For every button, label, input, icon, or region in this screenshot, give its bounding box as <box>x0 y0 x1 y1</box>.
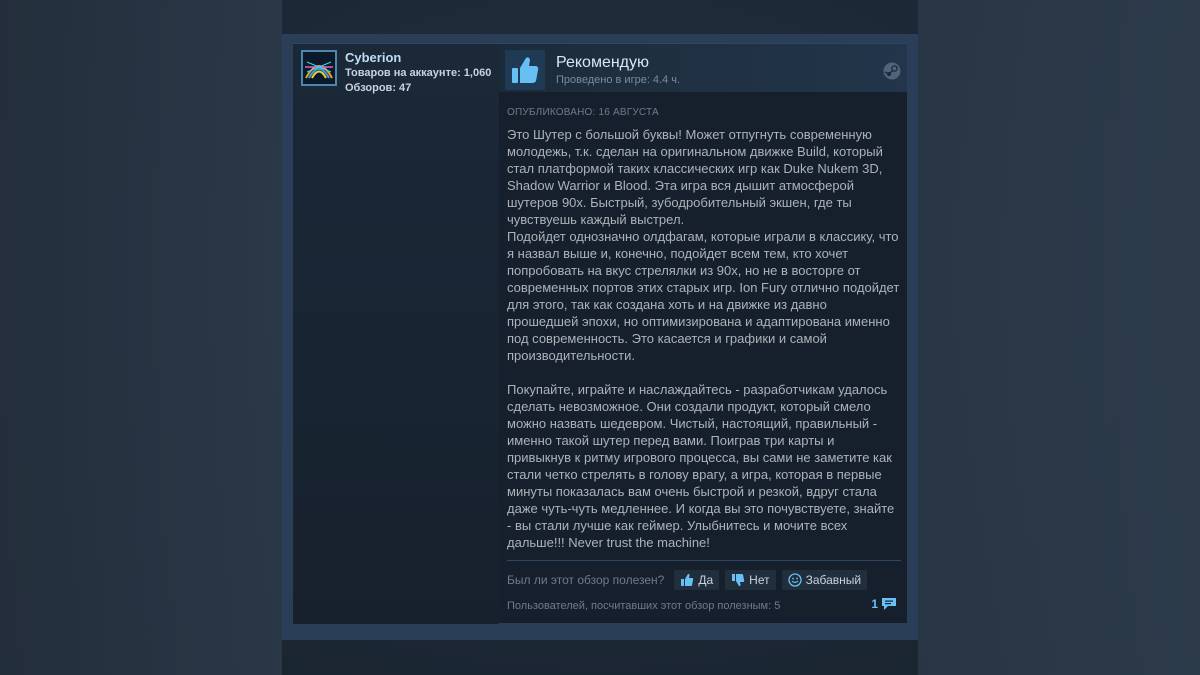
comment-bubble-icon <box>882 598 896 610</box>
thumbs-up-icon <box>681 573 694 586</box>
review-paragraph: Покупайте, играйте и наслаждайтесь - раз… <box>507 382 895 550</box>
vote-header[interactable]: Рекомендую Проведено в игре: 4.4 ч. <box>499 44 907 92</box>
avatar-image <box>303 52 335 84</box>
review-body: Это Шутер с большой буквы! Может отпугну… <box>507 126 901 551</box>
avatar[interactable] <box>301 50 337 86</box>
comments-count: 1 <box>871 597 878 611</box>
posted-date: Опубликовано: 16 августа <box>507 107 659 118</box>
hours-played: Проведено в игре: 4.4 ч. <box>556 74 681 86</box>
review-card: Cyberion Товаров на аккаунте: 1,060 Обзо… <box>293 43 907 624</box>
vote-funny-button[interactable]: Забавный <box>781 570 868 590</box>
helpful-controls: Был ли этот обзор полезен? Да Нет Забавн… <box>507 570 873 590</box>
author-reviews-count[interactable]: 47 <box>399 82 411 94</box>
author-block: Cyberion Товаров на аккаунте: 1,060 Обзо… <box>301 50 491 96</box>
steam-icon <box>883 62 901 80</box>
background-left <box>0 0 282 675</box>
review-content: Рекомендую Проведено в игре: 4.4 ч. Опуб… <box>499 44 907 624</box>
helpful-count: Пользователей, посчитавших этот обзор по… <box>507 600 781 612</box>
author-reviews-label: Обзоров: <box>345 82 396 94</box>
author-reviews: Обзоров: 47 <box>345 81 491 96</box>
vote-no-button[interactable]: Нет <box>725 570 776 590</box>
divider <box>507 560 901 561</box>
review-paragraph: Это Шутер с большой буквы! Может отпугну… <box>507 127 883 227</box>
smiley-icon <box>787 573 802 587</box>
helpful-question: Был ли этот обзор полезен? <box>507 573 665 587</box>
author-products: Товаров на аккаунте: 1,060 <box>345 66 491 81</box>
author-info: Cyberion Товаров на аккаунте: 1,060 Обзо… <box>345 50 491 96</box>
vote-yes-button[interactable]: Да <box>674 570 720 590</box>
thumbs-up-icon <box>505 50 545 90</box>
author-products-count[interactable]: 1,060 <box>464 67 492 79</box>
author-panel: Cyberion Товаров на аккаунте: 1,060 Обзо… <box>293 44 499 624</box>
comments-link[interactable]: 1 <box>871 597 897 611</box>
background-right <box>918 0 1200 675</box>
thumbs-down-icon <box>732 574 745 587</box>
verdict-title: Рекомендую <box>556 54 650 71</box>
author-products-label: Товаров на аккаунте: <box>345 67 461 79</box>
review-paragraph: Подойдет однозначно олдфагам, которые иг… <box>507 229 900 363</box>
vote-funny-label: Забавный <box>805 573 862 587</box>
vote-no-label: Нет <box>749 573 770 587</box>
vote-yes-label: Да <box>698 573 714 587</box>
author-name[interactable]: Cyberion <box>345 50 491 66</box>
